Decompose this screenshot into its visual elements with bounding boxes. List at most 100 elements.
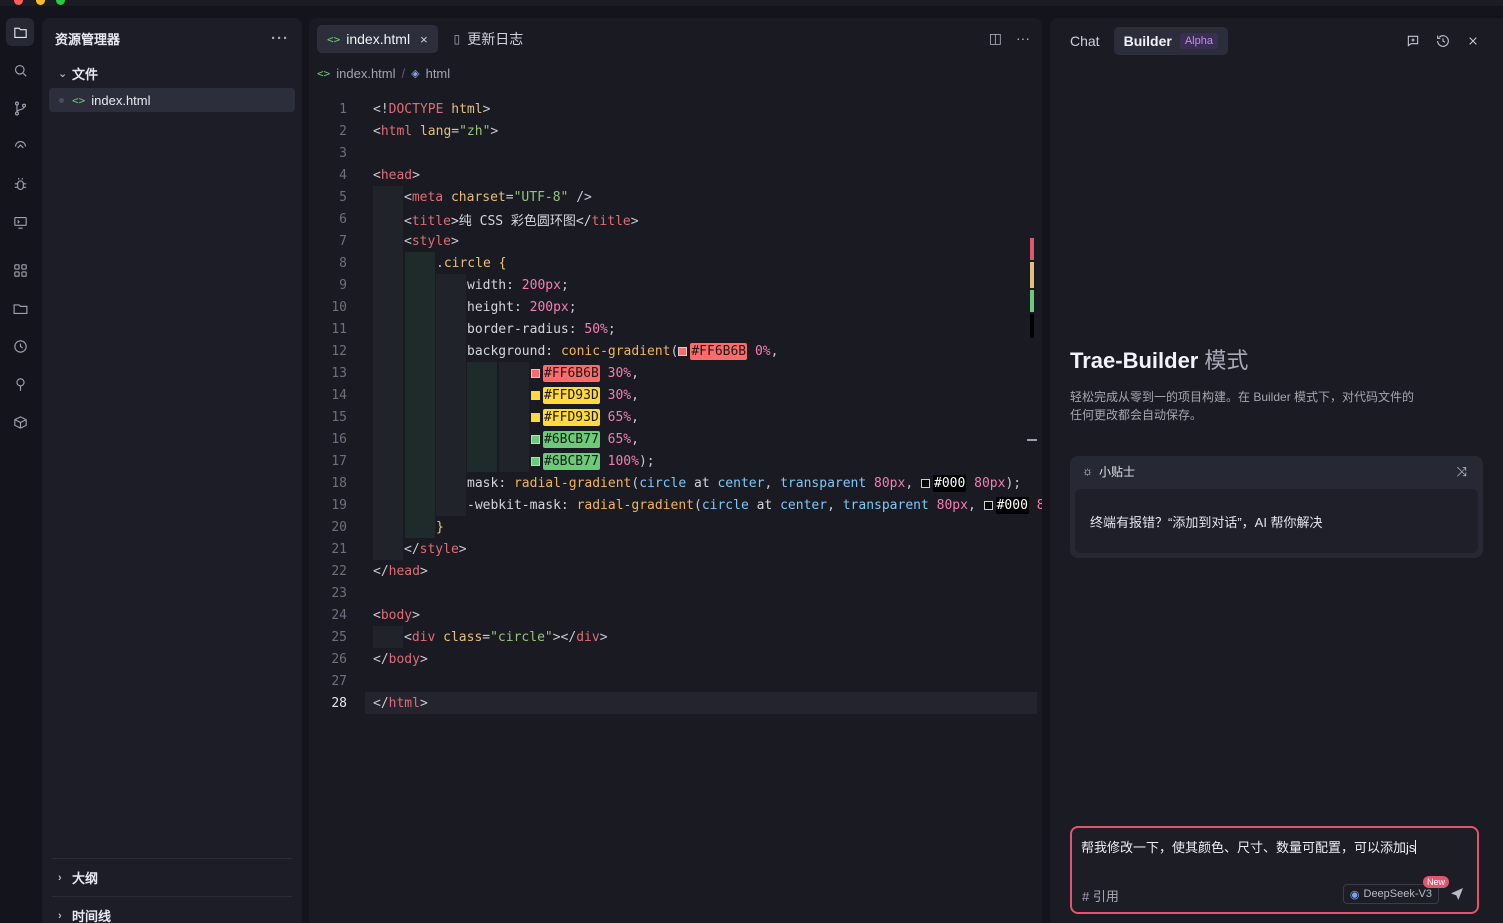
tree-activity[interactable] xyxy=(6,370,34,398)
search-icon xyxy=(14,64,27,77)
tab-builder[interactable]: Builder Alpha xyxy=(1113,27,1228,55)
tab-changelog[interactable]: ▯ 更新日志 xyxy=(444,25,534,53)
split-editor-icon[interactable]: ◫ xyxy=(989,30,1002,47)
code-line-22: </head> xyxy=(373,563,428,579)
terminal-activity[interactable] xyxy=(6,208,34,236)
tab-index-html[interactable]: <> index.html × xyxy=(317,25,438,53)
shuffle-icon[interactable]: ⤨ xyxy=(1457,464,1467,480)
code-line-2: <html lang="zh"> xyxy=(373,123,499,139)
explorer-activity[interactable] xyxy=(6,18,34,46)
code-line-28: </html> xyxy=(373,695,428,711)
more-icon[interactable]: ··· xyxy=(1016,30,1030,47)
clock-icon xyxy=(13,339,27,353)
history-icon[interactable] xyxy=(1435,33,1451,49)
timeline-label: 时间线 xyxy=(72,909,112,923)
title-bar xyxy=(0,0,1503,6)
code-line-26: </body> xyxy=(373,651,428,667)
color-swatch[interactable] xyxy=(678,346,688,356)
tab-label: index.html xyxy=(346,31,411,47)
tips-title: 小贴士 xyxy=(1099,464,1136,479)
more-icon[interactable]: ··· xyxy=(271,30,289,47)
send-button[interactable] xyxy=(1447,884,1467,904)
chat-input-box[interactable]: 帮我修改一下，使其颜色、尺寸、数量可配置，可以添加js # 引用 ◉ DeepS… xyxy=(1070,826,1479,914)
outline-section[interactable]: › 大纲 xyxy=(52,858,292,896)
color-swatch[interactable] xyxy=(921,478,930,488)
folder-section-files[interactable]: ⌄ 文件 xyxy=(42,58,302,88)
html-file-icon: <> xyxy=(317,66,331,80)
code-line-16: #6BCB77 65%, xyxy=(531,430,639,448)
maximize-window-button[interactable] xyxy=(56,0,65,5)
color-swatch[interactable] xyxy=(531,434,540,444)
ai-panel: Chat Builder Alpha Trae-Builder 模式 轻松完成从零… xyxy=(1050,18,1503,923)
folder-label: 文件 xyxy=(72,66,99,82)
editor-panel: <> index.html × ▯ 更新日志 ◫ ··· <> index.ht… xyxy=(309,18,1042,923)
timeline-activity[interactable] xyxy=(6,332,34,360)
bug-icon xyxy=(14,177,26,190)
color-swatch[interactable] xyxy=(531,368,540,378)
reference-button[interactable]: # 引用 xyxy=(1082,886,1119,905)
color-swatch[interactable] xyxy=(531,390,540,400)
source-control-activity[interactable] xyxy=(6,94,34,122)
debug-activity[interactable] xyxy=(6,170,34,198)
breadcrumb-separator: / xyxy=(401,65,406,81)
close-window-button[interactable] xyxy=(14,0,23,5)
code-line-9: width: 200px; xyxy=(467,277,569,293)
builder-title-text: Trae-Builder xyxy=(1070,348,1199,373)
chevron-right-icon: › xyxy=(58,871,62,884)
code-line-11: border-radius: 50%; xyxy=(467,321,616,337)
code-line-19: -webkit-mask: radial-gradient(circle at … xyxy=(467,496,1042,514)
code-line-1: <!DOCTYPE html> xyxy=(373,101,491,117)
code-line-4: <head> xyxy=(373,167,420,183)
new-chat-icon[interactable] xyxy=(1405,33,1421,49)
file-item-index-html[interactable]: <> index.html xyxy=(49,88,295,112)
chat-input[interactable]: 帮我修改一下，使其颜色、尺寸、数量可配置，可以添加js xyxy=(1081,837,1417,856)
code-line-10: height: 200px; xyxy=(467,299,577,315)
tips-card: ☼ 小贴士 ⤨ 终端有报错？“添加到对话”，AI 帮你解决 xyxy=(1070,456,1483,558)
color-swatch[interactable] xyxy=(531,456,540,466)
model-selector[interactable]: ◉ DeepSeek-V3 xyxy=(1342,884,1439,904)
line-number: 27 xyxy=(331,673,347,689)
line-number: 23 xyxy=(331,585,347,601)
folder-activity[interactable] xyxy=(6,294,34,322)
file-name: index.html xyxy=(91,92,151,108)
outline-label: 大纲 xyxy=(72,871,99,886)
color-swatch[interactable] xyxy=(983,500,993,510)
remote-icon xyxy=(14,140,26,148)
tab-chat[interactable]: Chat xyxy=(1060,27,1110,55)
package-activity[interactable] xyxy=(6,408,34,436)
code-line-25: <div class="circle"></div> xyxy=(404,629,608,645)
element-icon: ◈ xyxy=(411,67,420,80)
lightbulb-icon: ☼ xyxy=(1082,464,1093,478)
whale-icon: ◉ xyxy=(1349,888,1360,901)
breadcrumb-item[interactable]: index.html xyxy=(336,66,395,81)
code-line-18: mask: radial-gradient(circle at center, … xyxy=(467,474,1022,492)
close-icon[interactable] xyxy=(1465,33,1481,49)
tab-label: 更新日志 xyxy=(467,31,524,47)
new-badge: New xyxy=(1422,876,1449,888)
model-name: DeepSeek-V3 xyxy=(1363,888,1433,900)
builder-title: Trae-Builder 模式 xyxy=(1070,343,1248,375)
color-swatch[interactable] xyxy=(531,412,540,422)
close-icon[interactable]: × xyxy=(420,32,428,47)
explorer-header: 资源管理器 ··· xyxy=(42,18,302,58)
remote-activity[interactable] xyxy=(6,132,34,160)
tab-label: Chat xyxy=(1070,33,1100,49)
extensions-activity[interactable] xyxy=(6,256,34,284)
code-line-5: <meta charset="UTF-8" /> xyxy=(404,189,592,205)
code-line-21: </style> xyxy=(404,541,467,557)
code-line-20: } xyxy=(436,519,444,535)
tips-body: 终端有报错？“添加到对话”，AI 帮你解决 xyxy=(1075,489,1478,553)
editor-tabs: <> index.html × ▯ 更新日志 ◫ ··· xyxy=(309,18,1042,60)
code-line-14: #FFD93D 30%, xyxy=(531,386,639,404)
code-line-17: #6BCB77 100%); xyxy=(531,452,655,470)
timeline-section[interactable]: › 时间线 xyxy=(52,896,292,923)
search-activity[interactable] xyxy=(6,56,34,84)
code-area[interactable]: 1 2 3 4 5 6 7 8 9 10 11 12 13 14 15 16 17 18 19 20 21 22 23 24 2… xyxy=(309,98,1042,923)
breadcrumb-item[interactable]: html xyxy=(426,66,451,81)
code-line-6: <title>纯 CSS 彩色圆环图</title> xyxy=(404,213,639,229)
alpha-badge: Alpha xyxy=(1179,33,1218,49)
code-line-15: #FFD93D 65%, xyxy=(531,408,639,426)
minimize-window-button[interactable] xyxy=(36,0,45,5)
builder-title-mode: 模式 xyxy=(1204,348,1249,373)
code-line-12: background: conic-gradient(#FF6B6B 0%, xyxy=(467,342,779,360)
